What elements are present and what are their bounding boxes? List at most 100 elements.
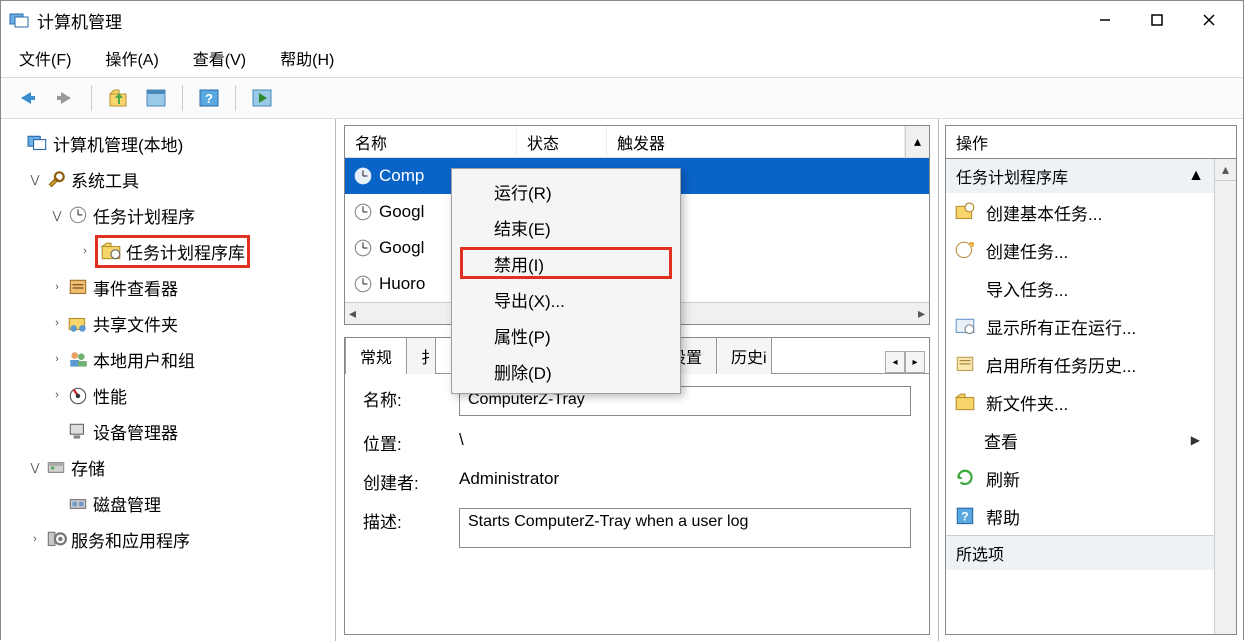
- folder-clock-icon: [100, 241, 122, 261]
- create-basic-icon: [954, 202, 976, 222]
- tab-trigger[interactable]: 扌: [406, 337, 436, 374]
- tab-next-button[interactable]: ▸: [905, 351, 925, 373]
- action-create-basic[interactable]: 创建基本任务...: [946, 193, 1214, 231]
- properties-button[interactable]: [140, 82, 172, 114]
- tree-shared-folders[interactable]: › 共享文件夹: [5, 305, 331, 341]
- scroll-up-icon[interactable]: ▴: [1215, 159, 1236, 181]
- maximize-button[interactable]: [1131, 4, 1183, 36]
- action-import[interactable]: 导入任务...: [946, 269, 1214, 307]
- expander-icon[interactable]: ›: [49, 281, 65, 293]
- performance-icon: [67, 385, 89, 405]
- tree-performance[interactable]: › 性能: [5, 377, 331, 413]
- menu-file[interactable]: 文件(F): [13, 42, 77, 74]
- expander-icon[interactable]: ⋁: [49, 209, 65, 222]
- expander-icon[interactable]: ›: [77, 245, 93, 257]
- cm-disable[interactable]: 禁用(I): [454, 245, 678, 281]
- storage-icon: [45, 457, 67, 477]
- forward-button[interactable]: [49, 82, 81, 114]
- tree-label: 任务计划程序: [93, 203, 195, 228]
- label-creator: 创建者:: [363, 469, 459, 494]
- action-new-folder[interactable]: 新文件夹...: [946, 383, 1214, 421]
- expander-icon[interactable]: ⋁: [27, 461, 43, 474]
- clock-icon: [353, 274, 373, 294]
- column-trigger[interactable]: 触发器: [607, 126, 905, 157]
- scroll-right-icon[interactable]: ▸: [918, 305, 925, 322]
- expander-icon[interactable]: ›: [49, 317, 65, 329]
- tree-root[interactable]: 计算机管理(本地): [5, 125, 331, 161]
- cm-end[interactable]: 结束(E): [454, 209, 678, 245]
- clock-icon: [353, 166, 373, 186]
- action-label: 导入任务...: [986, 276, 1068, 301]
- tree-services-apps[interactable]: › 服务和应用程序: [5, 521, 331, 557]
- toolbar-separator: [91, 85, 92, 111]
- action-label: 启用所有任务历史...: [986, 352, 1136, 377]
- detail-body: 名称: ComputerZ-Tray 位置: \ 创建者: Administra…: [345, 374, 929, 574]
- column-name[interactable]: 名称: [345, 126, 517, 157]
- cm-export[interactable]: 导出(X)...: [454, 281, 678, 317]
- action-label: 显示所有正在运行...: [986, 314, 1136, 339]
- clock-icon: [67, 205, 89, 225]
- computer-management-icon: [27, 133, 49, 153]
- field-description[interactable]: Starts ComputerZ-Tray when a user log: [459, 508, 911, 548]
- tab-history[interactable]: 历史i: [716, 337, 772, 374]
- tree-label: 设备管理器: [93, 419, 178, 444]
- expander-icon[interactable]: ⋁: [27, 173, 43, 186]
- menu-action[interactable]: 操作(A): [99, 42, 164, 74]
- tree-label: 磁盘管理: [93, 491, 161, 516]
- actions-section-header[interactable]: 任务计划程序库 ▲: [946, 159, 1214, 193]
- action-help[interactable]: ? 帮助: [946, 497, 1214, 535]
- scroll-left-icon[interactable]: ◂: [349, 305, 356, 322]
- run-button[interactable]: [246, 82, 278, 114]
- tree-device-manager[interactable]: 设备管理器: [5, 413, 331, 449]
- tree-label: 存储: [71, 455, 105, 480]
- tree-system-tools[interactable]: ⋁ 系统工具: [5, 161, 331, 197]
- action-create-task[interactable]: 创建任务...: [946, 231, 1214, 269]
- up-button[interactable]: [102, 82, 134, 114]
- action-enable-history[interactable]: 启用所有任务历史...: [946, 345, 1214, 383]
- collapse-icon[interactable]: ▲: [1188, 167, 1204, 185]
- expander-icon[interactable]: ›: [49, 353, 65, 365]
- titlebar: 计算机管理: [1, 1, 1243, 39]
- action-show-running[interactable]: 显示所有正在运行...: [946, 307, 1214, 345]
- action-view[interactable]: 查看 ▶: [946, 421, 1214, 459]
- tree-disk-management[interactable]: 磁盘管理: [5, 485, 331, 521]
- action-label: 创建基本任务...: [986, 200, 1102, 225]
- task-list: 名称 状态 触发器 ▴ Comp DESKTOP-JQKNDU Googl 天的…: [344, 125, 930, 325]
- tree-task-scheduler[interactable]: ⋁ 任务计划程序: [5, 197, 331, 233]
- value-location: \: [459, 430, 464, 450]
- history-icon: [954, 354, 976, 374]
- tree-local-users[interactable]: › 本地用户和组: [5, 341, 331, 377]
- expander-icon[interactable]: ›: [49, 389, 65, 401]
- column-status[interactable]: 状态: [517, 126, 607, 157]
- mid-pane: 名称 状态 触发器 ▴ Comp DESKTOP-JQKNDU Googl 天的…: [336, 119, 938, 641]
- clock-icon: [353, 202, 373, 222]
- tree-storage[interactable]: ⋁ 存储: [5, 449, 331, 485]
- help-button[interactable]: ?: [193, 82, 225, 114]
- back-button[interactable]: [11, 82, 43, 114]
- device-manager-icon: [67, 421, 89, 441]
- import-icon: [954, 278, 976, 298]
- menu-help[interactable]: 帮助(H): [274, 42, 340, 74]
- action-label: 新文件夹...: [986, 390, 1068, 415]
- minimize-button[interactable]: [1079, 4, 1131, 36]
- close-button[interactable]: [1183, 4, 1235, 36]
- action-refresh[interactable]: 刷新: [946, 459, 1214, 497]
- cm-delete[interactable]: 删除(D): [454, 353, 678, 389]
- vertical-scrollbar[interactable]: ▴: [1214, 159, 1236, 634]
- tree-label: 计算机管理(本地): [53, 131, 183, 156]
- svg-text:?: ?: [205, 91, 213, 106]
- task-list-header: 名称 状态 触发器 ▴: [345, 126, 929, 158]
- cm-properties[interactable]: 属性(P): [454, 317, 678, 353]
- label-description: 描述:: [363, 508, 459, 533]
- tab-prev-button[interactable]: ◂: [885, 351, 905, 373]
- cm-run[interactable]: 运行(R): [454, 173, 678, 209]
- menu-view[interactable]: 查看(V): [187, 42, 252, 74]
- svg-text:?: ?: [961, 509, 968, 523]
- tree-task-scheduler-library[interactable]: › 任务计划程序库: [5, 233, 331, 269]
- actions-body: ▴ 任务计划程序库 ▲ 创建基本任务... 创建任务... 导入任务... 显示…: [945, 159, 1237, 635]
- scroll-up-button[interactable]: ▴: [905, 126, 929, 157]
- tab-general[interactable]: 常规: [345, 337, 407, 374]
- tree-event-viewer[interactable]: › 事件查看器: [5, 269, 331, 305]
- expander-icon[interactable]: ›: [27, 533, 43, 545]
- disk-icon: [67, 493, 89, 513]
